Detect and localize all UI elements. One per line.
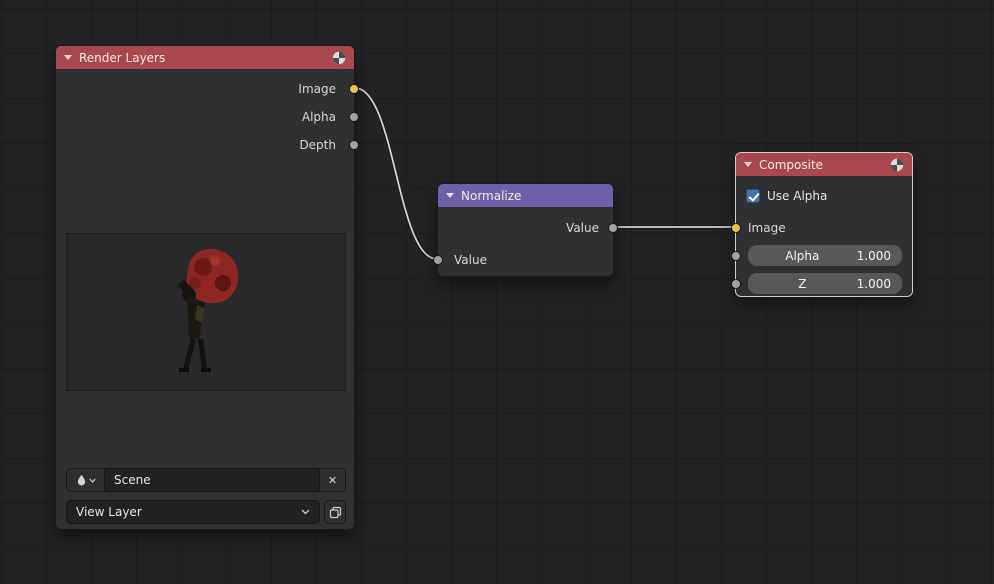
- scene-name-value: Scene: [114, 473, 151, 487]
- collapse-arrow-icon[interactable]: [446, 193, 454, 198]
- normalize-node[interactable]: Normalize Value Value: [437, 183, 614, 277]
- new-view-layer-button[interactable]: [324, 500, 346, 524]
- view-layer-dropdown[interactable]: View Layer: [66, 500, 320, 524]
- use-alpha-label: Use Alpha: [767, 189, 827, 203]
- value-input-label: Value: [438, 248, 613, 272]
- node-title: Composite: [759, 158, 883, 172]
- render-result-icon: [332, 51, 346, 65]
- z-field-value: 1.000: [857, 277, 902, 291]
- composite-node[interactable]: Composite Use Alpha Image Alpha 1.000 Z …: [735, 152, 913, 297]
- z-input-socket[interactable]: [731, 279, 741, 289]
- alpha-output-socket[interactable]: [349, 112, 359, 122]
- image-output-socket[interactable]: [349, 84, 359, 94]
- use-alpha-checkbox[interactable]: [746, 189, 760, 203]
- scene-selector: Scene ✕: [66, 468, 346, 492]
- collapse-arrow-icon[interactable]: [64, 55, 72, 60]
- value-output-label: Value: [438, 216, 613, 240]
- render-result-icon: [890, 158, 904, 172]
- collapse-arrow-icon[interactable]: [744, 162, 752, 167]
- close-icon: ✕: [328, 475, 337, 486]
- chevron-down-icon: [89, 478, 96, 483]
- alpha-field-label: Alpha: [748, 249, 857, 263]
- value-output-socket[interactable]: [608, 223, 618, 233]
- composite-node-header[interactable]: Composite: [736, 153, 912, 176]
- value-input-socket[interactable]: [433, 255, 443, 265]
- preview-character-image: [145, 239, 265, 389]
- depth-output-socket[interactable]: [349, 140, 359, 150]
- depth-output-label: Depth: [56, 133, 354, 157]
- alpha-value-field[interactable]: Alpha 1.000: [748, 245, 902, 266]
- link-render-image-to-normalize-value[interactable]: [355, 88, 437, 259]
- render-layers-node[interactable]: Render Layers Image Alpha Depth: [55, 45, 355, 530]
- alpha-field-value: 1.000: [857, 249, 902, 263]
- scene-unlink-button[interactable]: ✕: [319, 469, 345, 491]
- node-title: Normalize: [461, 189, 605, 203]
- chevron-down-icon: [301, 509, 310, 515]
- scene-droplet-icon: [76, 474, 87, 486]
- alpha-output-label: Alpha: [56, 105, 354, 129]
- alpha-input-socket[interactable]: [731, 251, 741, 261]
- image-input-socket[interactable]: [731, 223, 741, 233]
- node-title: Render Layers: [79, 51, 325, 65]
- normalize-node-header[interactable]: Normalize: [438, 184, 613, 207]
- view-layer-value: View Layer: [76, 505, 301, 519]
- scene-browse-button[interactable]: [67, 469, 104, 491]
- node-editor-canvas[interactable]: Render Layers Image Alpha Depth: [0, 0, 994, 584]
- image-output-label: Image: [56, 77, 354, 101]
- render-preview-image: [66, 233, 346, 391]
- z-value-field[interactable]: Z 1.000: [748, 273, 902, 294]
- render-layers-node-header[interactable]: Render Layers: [56, 46, 354, 69]
- image-input-label: Image: [736, 216, 912, 240]
- z-field-label: Z: [748, 277, 857, 291]
- scene-name-field[interactable]: Scene: [104, 469, 319, 491]
- copy-layer-icon: [329, 506, 342, 519]
